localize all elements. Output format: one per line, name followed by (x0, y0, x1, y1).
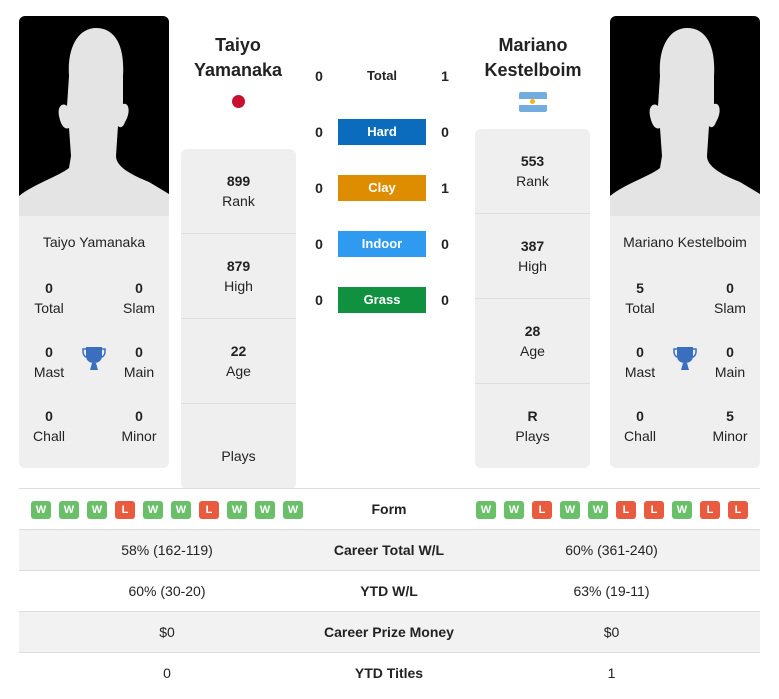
p1-chall-titles: 0 Chall (33, 408, 65, 444)
form-win-badge[interactable]: W (672, 501, 692, 519)
player1-header-name[interactable]: Taiyo Yamanaka (173, 33, 303, 83)
p2-minor-titles: 5 Minor (712, 408, 748, 444)
player1-name: Taiyo Yamanaka (42, 234, 146, 250)
form-win-badge[interactable]: W (560, 501, 580, 519)
player2-stats-card: 553 Rank 387 High 28 Age R Plays (475, 129, 590, 468)
p2-value: $0 (603, 624, 620, 640)
form-win-badge[interactable]: W (504, 501, 524, 519)
p1-value: 60% (30-20) (128, 583, 206, 599)
surface-grass-badge: Grass (338, 287, 426, 313)
surface-clay-badge: Clay (338, 175, 426, 201)
form-loss-badge[interactable]: L (700, 501, 720, 519)
silhouette-icon (610, 28, 760, 216)
form-loss-badge[interactable]: L (616, 501, 636, 519)
form-win-badge[interactable]: W (143, 501, 163, 519)
row-label: YTD W/L (360, 583, 418, 599)
form-win-badge[interactable]: W (283, 501, 303, 519)
player1-photo (19, 16, 169, 216)
table-row: 0 YTD Titles 1 (19, 653, 760, 694)
p1-rank: 899 Rank (181, 149, 296, 234)
form-win-badge[interactable]: W (476, 501, 496, 519)
p1-high: 879 High (181, 234, 296, 319)
table-row: 58% (162-119) Career Total W/L 60% (361-… (19, 530, 760, 571)
form-row: WWWLWWLWWW Form WWLWWLLWLL (19, 489, 760, 530)
p2-main-titles: 0 Main (714, 344, 746, 380)
form-win-badge[interactable]: W (588, 501, 608, 519)
h2h-indoor-p2: 0 (441, 236, 449, 252)
player2-name: Mariano Kestelboim (623, 234, 747, 250)
h2h-hard-p1: 0 (315, 124, 323, 140)
comparison-table: WWWLWWLWWW Form WWLWWLLWLL 58% (162-119)… (19, 488, 760, 694)
player1-titles-card: Taiyo Yamanaka 0 Total 0 Slam 0 Mast 0 Main … (19, 216, 169, 468)
p1-value: 58% (162-119) (121, 542, 213, 558)
p1-mast-titles: 0 Mast (33, 344, 65, 380)
player2-titles-card: Mariano Kestelboim 5 Total 0 Slam 0 Mast 0M… (610, 216, 760, 468)
p1-plays: Plays (221, 448, 256, 464)
form-win-badge[interactable]: W (87, 501, 107, 519)
player2-header-name[interactable]: Mariano Kestelboim (468, 33, 598, 83)
form-label: Form (371, 501, 407, 517)
h2h-total-p2: 1 (441, 68, 449, 84)
form-win-badge[interactable]: W (255, 501, 275, 519)
p1-value: 0 (163, 665, 171, 681)
h2h-clay-p1: 0 (315, 180, 323, 196)
p1-value: $0 (159, 624, 175, 640)
form-loss-badge[interactable]: L (728, 501, 748, 519)
table-row: 60% (30-20) YTD W/L 63% (19-11) (19, 571, 760, 612)
p2-mast-titles: 0 Mast (624, 344, 656, 380)
surface-indoor-badge: Indoor (338, 231, 426, 257)
h2h-indoor-p1: 0 (315, 236, 323, 252)
h2h-clay-p2: 1 (441, 180, 449, 196)
form-win-badge[interactable]: W (227, 501, 247, 519)
p1-total-titles: 0 Total (34, 280, 64, 316)
surface-hard-badge: Hard (338, 119, 426, 145)
row-label: Career Prize Money (324, 624, 454, 640)
h2h-total-label: Total (366, 68, 398, 83)
form-loss-badge[interactable]: L (532, 501, 552, 519)
row-label: Career Total W/L (333, 542, 445, 558)
player1-stats-card: 899 Rank 879 High 22 Age Plays (181, 149, 296, 489)
h2h-hard-row: 0 Hard 0 (308, 118, 458, 146)
p2-high: 387 High (475, 214, 590, 299)
h2h-grass-p2: 0 (441, 292, 449, 308)
argentina-flag-icon (519, 92, 547, 112)
p1-slam-titles: 0 Slam (123, 280, 155, 316)
p2-value: 60% (361-240) (565, 542, 658, 558)
form-win-badge[interactable]: W (59, 501, 79, 519)
h2h-total-p1: 0 (315, 68, 323, 84)
row-label: YTD Titles (354, 665, 424, 681)
player2-form: WWLWWLLWLL (476, 501, 748, 519)
h2h-total-row: 0 Total 1 (308, 62, 458, 90)
japan-flag-icon (232, 95, 245, 108)
form-loss-badge[interactable]: L (199, 501, 219, 519)
p1-main-titles: 0 Main (123, 344, 155, 380)
p2-value: 1 (607, 665, 616, 681)
player1-form: WWWLWWLWWW (31, 501, 303, 519)
trophy-icon (673, 347, 697, 370)
form-loss-badge[interactable]: L (644, 501, 664, 519)
trophy-icon (82, 347, 106, 370)
form-win-badge[interactable]: W (31, 501, 51, 519)
h2h-hard-p2: 0 (441, 124, 449, 140)
p2-chall-titles: 0 Chall (624, 408, 656, 444)
player2-photo (610, 16, 760, 216)
table-row: $0 Career Prize Money $0 (19, 612, 760, 653)
p2-slam-titles: 0 Slam (714, 280, 746, 316)
p2-total-titles: 5 Total (625, 280, 655, 316)
p2-plays: R Plays (515, 408, 550, 444)
p1-age: 22 Age (181, 319, 296, 404)
p1-minor-titles: 0 Minor (121, 408, 157, 444)
p2-rank: 553 Rank (475, 129, 590, 214)
silhouette-icon (19, 28, 169, 216)
h2h-clay-row: 0 Clay 1 (308, 174, 458, 202)
p2-value: 63% (19-11) (573, 583, 650, 599)
form-loss-badge[interactable]: L (115, 501, 135, 519)
p2-age: 28 Age (475, 299, 590, 384)
form-win-badge[interactable]: W (171, 501, 191, 519)
h2h-indoor-row: 0 Indoor 0 (308, 230, 458, 258)
h2h-grass-p1: 0 (315, 292, 323, 308)
h2h-grass-row: 0 Grass 0 (308, 286, 458, 314)
